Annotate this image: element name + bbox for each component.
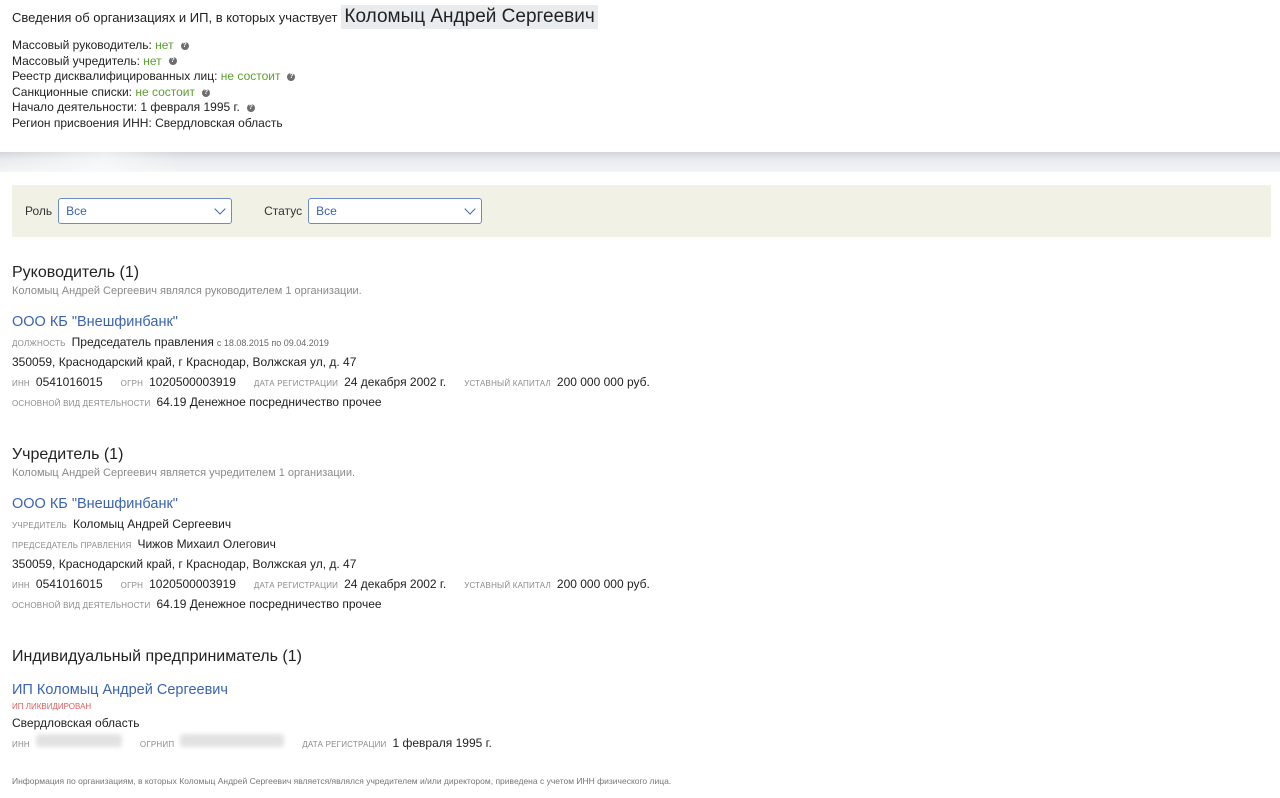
section-title: Учредитель (1) xyxy=(12,446,124,463)
field-label: дата регистрации xyxy=(253,379,339,388)
fact-label: Массовый учредитель: xyxy=(12,53,140,68)
role-filter-select[interactable]: Все xyxy=(58,198,233,224)
section-subtitle: Коломыц Андрей Сергеевич является учреди… xyxy=(12,467,356,479)
address-row: 350059, Краснодарский край, г Краснодар,… xyxy=(12,352,668,372)
field-label: дата регистрации xyxy=(302,740,387,749)
fact-value: 1 февраля 1995 г. xyxy=(140,100,240,115)
entrepreneur-link[interactable]: ИП Коломыц Андрей Сергеевич xyxy=(12,680,510,700)
filter-bar: Роль Все Статус Все xyxy=(12,185,1271,237)
chair-value: Чижов Михаил Олегович xyxy=(137,537,276,551)
position-period: с 18.08.2015 по 09.04.2019 xyxy=(216,338,329,348)
registration-row: инн 0541016015 огрн 1020500003919 дата р… xyxy=(12,372,668,392)
fact-mass-founder: Массовый учредитель: нет? xyxy=(12,54,295,70)
founder-value: Коломыц Андрей Сергеевич xyxy=(72,517,232,531)
info-icon[interactable]: ? xyxy=(287,72,296,81)
position-value: Председатель правления xyxy=(71,335,214,349)
facts-list: Массовый руководитель: нет? Массовый учр… xyxy=(12,38,296,132)
ogrn-value: 1020500003919 xyxy=(149,577,236,591)
activity-value: 64.19 Денежное посредничество прочее xyxy=(156,597,382,611)
info-icon[interactable]: ? xyxy=(246,104,255,113)
registration-row: инн 0541016015 огрн 1020500003919 дата р… xyxy=(12,574,668,594)
field-label: должность xyxy=(12,339,66,348)
reg-date-value: 1 февраля 1995 г. xyxy=(392,736,492,750)
page-title: Сведения об организациях и ИП, в которых… xyxy=(12,4,598,30)
chevron-down-icon xyxy=(214,203,226,215)
org-link[interactable]: ООО КБ "Внешфинбанк" xyxy=(12,312,668,332)
section-subtitle: Коломыц Андрей Сергеевич являлся руковод… xyxy=(12,285,362,297)
field-label: основной вид деятельности xyxy=(12,601,151,610)
divider-decoration xyxy=(0,152,260,172)
region-value: Свердловская область xyxy=(12,716,140,730)
status-filter-select[interactable]: Все xyxy=(308,198,483,224)
field-label: огрнип xyxy=(139,740,175,749)
field-label: огрн xyxy=(120,379,144,388)
reg-date-value: 24 декабря 2002 г. xyxy=(344,375,447,389)
field-label: основной вид деятельности xyxy=(12,399,151,408)
address: 350059, Краснодарский край, г Краснодар,… xyxy=(12,355,357,369)
field-label: председатель правления xyxy=(12,541,132,550)
fact-label: Начало деятельности: xyxy=(12,100,138,115)
chair-row: председатель правления Чижов Михаил Олег… xyxy=(12,534,668,554)
registration-row: инн огрнип дата регистрации 1 февраля 19… xyxy=(12,733,510,753)
role-filter-value: Все xyxy=(66,204,87,218)
activity-value: 64.19 Денежное посредничество прочее xyxy=(156,395,382,409)
org-link[interactable]: ООО КБ "Внешфинбанк" xyxy=(12,494,668,514)
fact-value: Свердловская область xyxy=(155,115,283,130)
fact-label: Реестр дисквалифицированных лиц: xyxy=(12,69,218,84)
inn-value: 0541016015 xyxy=(35,375,103,389)
fact-value: не состоит xyxy=(220,69,281,84)
field-label: инн xyxy=(12,379,30,388)
capital-value: 200 000 000 руб. xyxy=(556,375,650,389)
field-label: учредитель xyxy=(12,521,67,530)
role-filter-label: Роль xyxy=(25,204,53,218)
person-name: Коломыц Андрей Сергеевич xyxy=(341,5,598,29)
chevron-down-icon xyxy=(464,203,476,215)
fact-sanctions: Санкционные списки: не состоит? xyxy=(12,85,295,101)
founder-section: Учредитель (1) Коломыц Андрей Сергеевич … xyxy=(12,445,668,614)
ogrn-value: 1020500003919 xyxy=(149,375,236,389)
address: 350059, Краснодарский край, г Краснодар,… xyxy=(12,557,357,571)
section-title: Руководитель (1) xyxy=(12,264,140,281)
field-label: инн xyxy=(12,740,30,749)
fact-label: Санкционные списки: xyxy=(12,84,132,99)
fact-inn-region: Регион присвоения ИНН: Свердловская обла… xyxy=(12,116,295,132)
field-label: инн xyxy=(12,581,30,590)
field-label: уставный капитал xyxy=(464,581,551,590)
inn-value: 0541016015 xyxy=(35,577,103,591)
fact-label: Массовый руководитель: xyxy=(12,38,152,52)
section-title: Индивидуальный предприниматель (1) xyxy=(12,648,302,665)
reg-date-value: 24 декабря 2002 г. xyxy=(344,577,447,591)
entrepreneur-section: Индивидуальный предприниматель (1) ИП Ко… xyxy=(12,647,510,753)
fact-value: не состоит xyxy=(135,84,196,99)
fact-mass-director: Массовый руководитель: нет? xyxy=(12,38,295,54)
status-filter-label: Статус xyxy=(264,204,303,218)
redacted-ogrnip xyxy=(180,734,285,747)
footnote: Информация по организациям, в которых Ко… xyxy=(12,776,672,786)
fact-value: нет xyxy=(143,53,162,68)
person-summary: Сведения об организациях и ИП, в которых… xyxy=(0,0,1280,152)
address-row: 350059, Краснодарский край, г Краснодар,… xyxy=(12,554,668,574)
fact-disqualified-registry: Реестр дисквалифицированных лиц: не сост… xyxy=(12,69,296,85)
page-title-prefix: Сведения об организациях и ИП, в которых… xyxy=(12,9,338,25)
activity-row: основной вид деятельности 64.19 Денежное… xyxy=(12,594,668,614)
section-divider xyxy=(0,152,1280,172)
status-badge: ИП ликвидирован xyxy=(12,702,92,711)
info-icon[interactable]: ? xyxy=(180,41,189,50)
field-label: огрн xyxy=(120,581,144,590)
position-row: должность Председатель правления с 18.08… xyxy=(12,332,668,352)
field-label: уставный капитал xyxy=(464,379,551,388)
info-icon[interactable]: ? xyxy=(168,57,177,66)
fact-value: нет xyxy=(155,38,174,52)
status-filter-value: Все xyxy=(316,204,337,218)
region-row: Свердловская область xyxy=(12,713,510,733)
capital-value: 200 000 000 руб. xyxy=(556,577,650,591)
fact-label: Регион присвоения ИНН: xyxy=(12,115,152,130)
director-section: Руководитель (1) Коломыц Андрей Сергееви… xyxy=(12,263,668,412)
activity-row: основной вид деятельности 64.19 Денежное… xyxy=(12,392,668,412)
founder-row: учредитель Коломыц Андрей Сергеевич xyxy=(12,514,668,534)
fact-activity-start: Начало деятельности: 1 февраля 1995 г.? xyxy=(12,100,295,116)
info-icon[interactable]: ? xyxy=(202,88,211,97)
field-label: дата регистрации xyxy=(253,581,339,590)
redacted-inn xyxy=(35,734,122,747)
